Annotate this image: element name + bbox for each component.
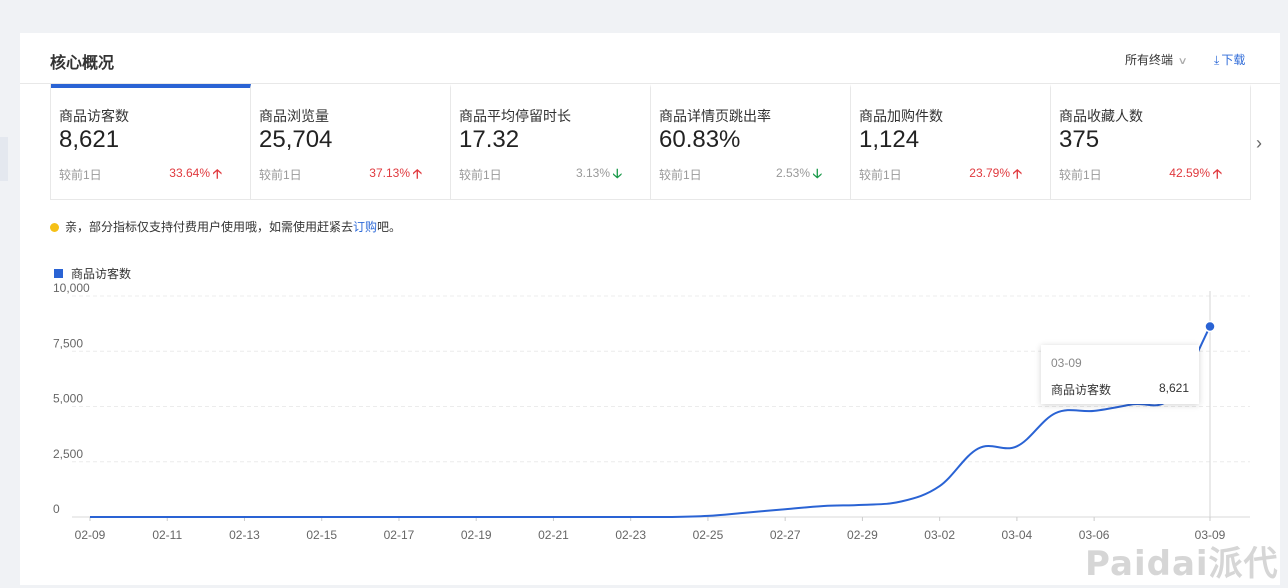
data-point-highlight — [1204, 320, 1216, 333]
watermark-logo: Paidai派代 — [1085, 544, 1279, 584]
x-tick-label: 02-21 — [538, 528, 569, 542]
y-tick-label: 0 — [53, 502, 60, 516]
x-tick-label: 02-25 — [693, 528, 724, 542]
x-tick-label: 02-23 — [615, 528, 646, 542]
visitors-line-chart: 0 2,500 5,000 7,500 10,000 02-09 02-11 02-13 02-… — [53, 281, 1250, 542]
x-tick-label: 02-13 — [229, 528, 260, 542]
chart-tooltip: 03-09 商品访客数 8,621 — [1041, 345, 1199, 404]
y-tick-label: 7,500 — [53, 336, 83, 350]
x-tick-label: 02-11 — [152, 528, 182, 542]
tooltip-date: 03-09 — [1051, 356, 1082, 370]
y-tick-label: 2,500 — [53, 447, 83, 461]
x-tick-label: 02-29 — [847, 528, 878, 542]
x-tick-label: 03-02 — [924, 528, 955, 542]
x-tick-label: 02-27 — [770, 528, 801, 542]
x-tick-label: 03-04 — [1002, 528, 1033, 542]
y-tick-label: 10,000 — [53, 281, 90, 295]
x-tick-label: 02-17 — [384, 528, 415, 542]
left-nav-edge — [0, 137, 8, 181]
tooltip-series: 商品访客数 — [1051, 383, 1112, 397]
x-tick-label: 02-15 — [306, 528, 337, 542]
y-tick-label: 5,000 — [53, 392, 83, 406]
core-overview-card: 核心概况 所有终端 ∨ ⤓ 下载 商品访客数 8,621 较前1日 33.64% 🡡… — [20, 33, 1280, 585]
tooltip-value: 8,621 — [1158, 381, 1189, 395]
x-tick-label: 02-09 — [75, 528, 106, 542]
x-tick-label: 02-19 — [461, 528, 492, 542]
